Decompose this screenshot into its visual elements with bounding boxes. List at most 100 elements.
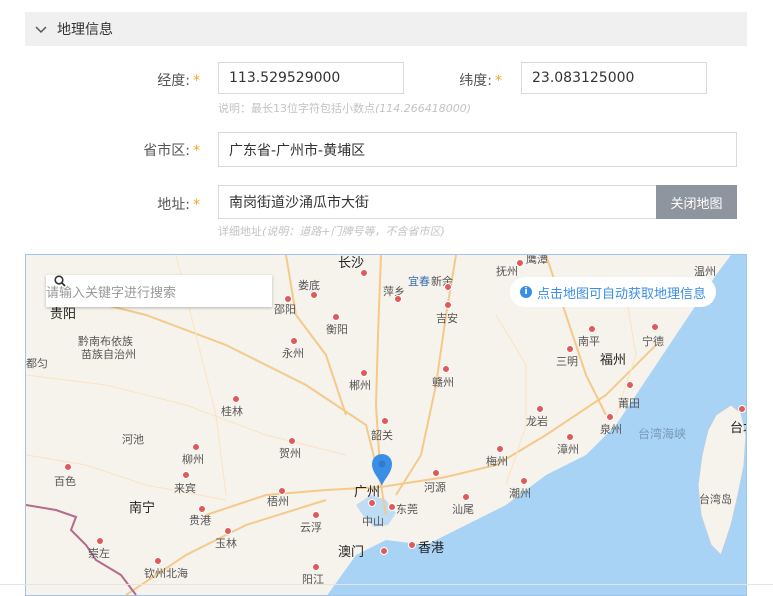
city-dot [566, 433, 574, 441]
region-label: 省市区: * [143, 143, 200, 159]
city-dot [408, 541, 416, 549]
latitude-value: 23.083125000 [532, 70, 635, 86]
map-label: 宜春 [408, 275, 430, 288]
city-dot [310, 291, 318, 299]
map-label: 贺州 [279, 447, 301, 460]
close-map-button[interactable]: 关闭地图 [656, 185, 737, 219]
city-dot [536, 405, 544, 413]
city-dot [381, 417, 389, 425]
city-dot [606, 413, 614, 421]
required-mark: * [495, 73, 502, 89]
search-icon [54, 275, 66, 287]
city-dot [626, 381, 634, 389]
city-dot [182, 471, 190, 479]
map-label: 龙岩 [526, 415, 548, 428]
latitude-input[interactable]: 23.083125000 [521, 62, 707, 94]
map-label: 潮州 [509, 487, 531, 500]
city-dot [432, 469, 440, 477]
map-label: 东莞 [396, 503, 418, 516]
map-label: 都匀 [26, 357, 48, 370]
city-dot [516, 259, 524, 267]
longitude-label: 经度: * [157, 73, 200, 89]
map-label: 南宁 [129, 501, 156, 516]
map-tip: i 点击地图可自动获取地理信息 [510, 277, 717, 307]
address-value: 南岗街道沙涌瓜市大街 [229, 195, 369, 211]
map-label: 香港 [418, 541, 445, 556]
map-label: 抚州 [496, 265, 518, 278]
map-label: 长沙 [338, 256, 365, 271]
map-label: 韶关 [371, 429, 393, 442]
latitude-label: 纬度: * [459, 73, 502, 89]
city-dot [198, 505, 206, 513]
map-label: 苗族自治州 [81, 348, 136, 361]
map-label: 漳州 [557, 443, 579, 456]
map-label: 台湾岛 [699, 493, 732, 506]
map-view[interactable]: 长沙 宜春 新余 抚州 鹰潭 温州 娄底 萍乡 贵阳 邵阳 衡阳 吉安 南平 宁… [25, 254, 747, 596]
city-dot [312, 563, 320, 571]
map-label: 赣州 [432, 376, 454, 389]
map-label: 福州 [600, 353, 627, 368]
longitude-value: 113.529529000 [229, 70, 341, 86]
map-label: 泉州 [600, 423, 622, 436]
map-label: 吉安 [436, 312, 458, 325]
city-dot [192, 443, 200, 451]
chevron-down-icon[interactable] [35, 23, 47, 35]
city-dot [738, 405, 746, 413]
map-label: 邵阳 [274, 303, 296, 316]
city-dot [588, 325, 596, 333]
city-dot [360, 269, 368, 277]
city-dot [64, 463, 72, 471]
city-dot [380, 547, 388, 555]
map-label: 澳门 [338, 545, 365, 560]
city-dot [566, 345, 574, 353]
city-dot [332, 313, 340, 321]
address-input[interactable]: 南岗街道沙涌瓜市大街 [218, 185, 657, 219]
city-dot [224, 527, 232, 535]
map-label: 永州 [282, 347, 304, 360]
map-label: 台北 [730, 421, 746, 436]
map-label: 云浮 [300, 521, 322, 534]
city-dot [288, 437, 296, 445]
map-label: 中山 [362, 515, 384, 528]
city-dot [360, 369, 368, 377]
city-dot [284, 295, 292, 303]
city-dot [232, 395, 240, 403]
section-header-geo[interactable]: 地理信息 [25, 12, 747, 46]
map-label: 三明 [556, 355, 578, 368]
city-dot [96, 537, 104, 545]
city-dot [394, 295, 402, 303]
divider [0, 584, 773, 585]
map-label: 郴州 [349, 379, 371, 392]
map-label: 河源 [424, 481, 446, 494]
map-label: 崇左 [88, 547, 110, 560]
city-dot [442, 365, 450, 373]
longitude-input[interactable]: 113.529529000 [218, 62, 404, 94]
address-label: 地址: * [157, 197, 200, 213]
city-dot [154, 557, 162, 565]
map-label: 河池 [122, 433, 144, 446]
city-dot [388, 503, 396, 511]
map-label: 桂林 [221, 405, 243, 418]
map-tip-text: 点击地图可自动获取地理信息 [537, 286, 707, 302]
map-search-box[interactable]: 请输入关键字进行搜索 [46, 275, 272, 307]
map-label: 莆田 [618, 397, 640, 410]
city-dot [368, 499, 376, 507]
map-label: 梧州 [267, 495, 289, 508]
map-label: 来宾 [174, 482, 196, 495]
city-dot [290, 337, 298, 345]
section-title: 地理信息 [57, 22, 113, 38]
region-select[interactable]: 广东省-广州市-黄埔区 [218, 132, 737, 167]
coord-hint: 说明：最长13位字符包括小数点(114.266418000) [218, 102, 472, 115]
location-pin-icon[interactable] [371, 453, 393, 487]
required-mark: * [193, 143, 200, 159]
info-icon: i [520, 286, 532, 298]
map-label: 台湾海峡 [638, 427, 687, 441]
city-dot [651, 323, 659, 331]
city-dot [520, 477, 528, 485]
map-label: 宁德 [642, 335, 664, 348]
map-label: 柳州 [182, 453, 204, 466]
city-dot [444, 301, 452, 309]
map-label: 钦州北海 [144, 567, 188, 580]
region-value: 广东省-广州市-黄埔区 [229, 142, 366, 159]
required-mark: * [193, 73, 200, 89]
